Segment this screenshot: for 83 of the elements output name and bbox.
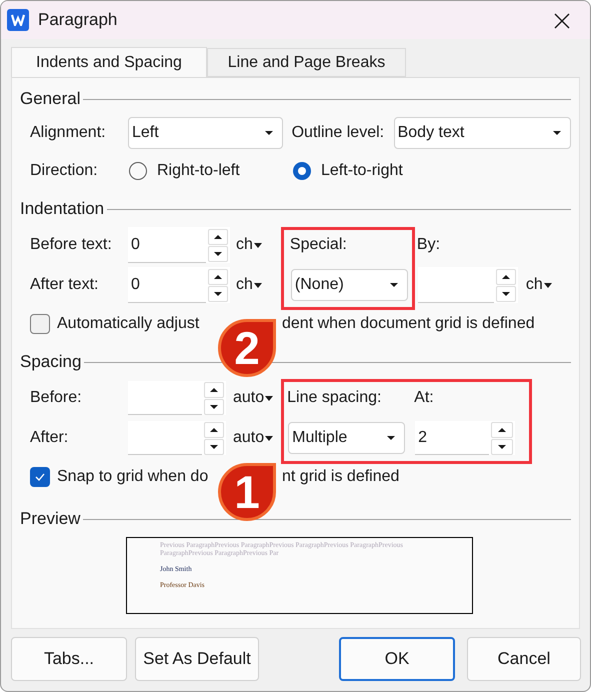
checkbox-label: dent when document grid is defined	[282, 314, 535, 334]
special-dropdown[interactable]: (None)	[290, 269, 408, 301]
unit-dropdown[interactable]: auto	[233, 426, 274, 450]
spin-up-button[interactable]	[204, 382, 224, 398]
input-field[interactable]	[128, 381, 202, 415]
spin-down-button[interactable]	[496, 286, 516, 302]
down-arrow-icon	[213, 290, 223, 296]
caret-icon	[264, 130, 274, 136]
radio-button[interactable]	[293, 162, 311, 180]
unit-dropdown[interactable]: ch	[526, 273, 552, 297]
up-arrow-icon	[209, 386, 219, 392]
section-heading: Indentation	[20, 198, 106, 220]
section-heading: Preview	[20, 508, 82, 530]
down-arrow-icon	[500, 290, 511, 296]
down-arrow-icon	[209, 404, 219, 410]
field-label: After:	[30, 428, 70, 448]
down-arrow-icon	[497, 444, 508, 450]
dialog-button[interactable]: Set As Default	[135, 637, 259, 681]
alignment-dropdown[interactable]: Left	[128, 117, 283, 149]
field-label: Direction:	[30, 161, 99, 181]
up-arrow-icon	[213, 234, 223, 240]
down-arrow-icon	[209, 444, 219, 450]
close-icon	[554, 13, 570, 29]
field-label: Before:	[30, 388, 83, 408]
window-title: Paragraph	[38, 9, 118, 32]
tab[interactable]: Line and Page Breaks	[207, 48, 406, 77]
field-label: Alignment:	[30, 123, 107, 143]
tab[interactable]: Indents and Spacing	[11, 47, 207, 77]
section-heading: Spacing	[20, 351, 82, 374]
input-field[interactable]: 0	[128, 227, 206, 263]
input-field[interactable]	[128, 421, 202, 455]
field-label: After text:	[30, 275, 100, 295]
dialog-button[interactable]: OK	[339, 637, 455, 681]
field-label: At:	[414, 388, 434, 408]
spin-up-button[interactable]	[208, 228, 228, 244]
caret-icon	[265, 396, 274, 400]
field-label: Before text:	[30, 235, 113, 255]
caret-icon	[254, 282, 262, 288]
radio-button[interactable]	[129, 162, 147, 180]
caret-icon	[552, 130, 562, 136]
outline-level-dropdown[interactable]: Body text	[394, 117, 571, 149]
line-spacing-dropdown[interactable]: Multiple	[288, 422, 406, 454]
caret-icon	[386, 435, 396, 441]
up-arrow-icon	[500, 274, 511, 280]
section-heading: General	[20, 88, 82, 110]
dialog-button[interactable]: Cancel	[467, 637, 581, 681]
radio-label: Left-to-right	[321, 161, 403, 181]
field-label: Line spacing:	[287, 388, 382, 408]
up-arrow-icon	[209, 426, 219, 432]
spin-down-button[interactable]	[204, 398, 224, 414]
check-icon	[35, 473, 45, 481]
caret-icon	[388, 282, 399, 288]
radio-label: Right-to-left	[157, 161, 240, 181]
spin-up-button[interactable]	[491, 422, 514, 438]
unit-dropdown[interactable]: ch	[236, 233, 262, 257]
spin-up-button[interactable]	[204, 422, 224, 438]
up-arrow-icon	[213, 274, 223, 280]
checkbox-label: Snap to grid when do	[57, 467, 210, 487]
checkbox-label: Automatically adjust	[57, 314, 200, 334]
checkbox-label: nt grid is defined	[282, 467, 400, 487]
input-field[interactable]	[418, 267, 494, 303]
input-field[interactable]: 0	[128, 267, 206, 303]
field-label: By:	[416, 235, 440, 255]
caret-icon	[544, 282, 552, 288]
field-label: Outline level:	[292, 123, 386, 143]
spin-up-button[interactable]	[208, 268, 228, 284]
down-arrow-icon	[213, 250, 223, 256]
checkbox[interactable]	[30, 467, 50, 487]
unit-dropdown[interactable]: auto	[233, 386, 274, 410]
checkbox[interactable]	[30, 314, 50, 334]
spin-down-button[interactable]	[204, 438, 224, 454]
spin-down-button[interactable]	[208, 286, 228, 302]
caret-icon	[254, 242, 262, 248]
field-label: Special:	[290, 235, 348, 255]
spin-down-button[interactable]	[491, 438, 514, 454]
word-app-icon	[7, 9, 29, 31]
spin-up-button[interactable]	[496, 268, 516, 284]
input-field[interactable]: 2	[415, 421, 490, 455]
dialog-button[interactable]: Tabs...	[11, 637, 127, 681]
up-arrow-icon	[497, 426, 508, 432]
unit-dropdown[interactable]: ch	[236, 273, 262, 297]
caret-icon	[265, 436, 274, 440]
spin-down-button[interactable]	[208, 246, 228, 262]
